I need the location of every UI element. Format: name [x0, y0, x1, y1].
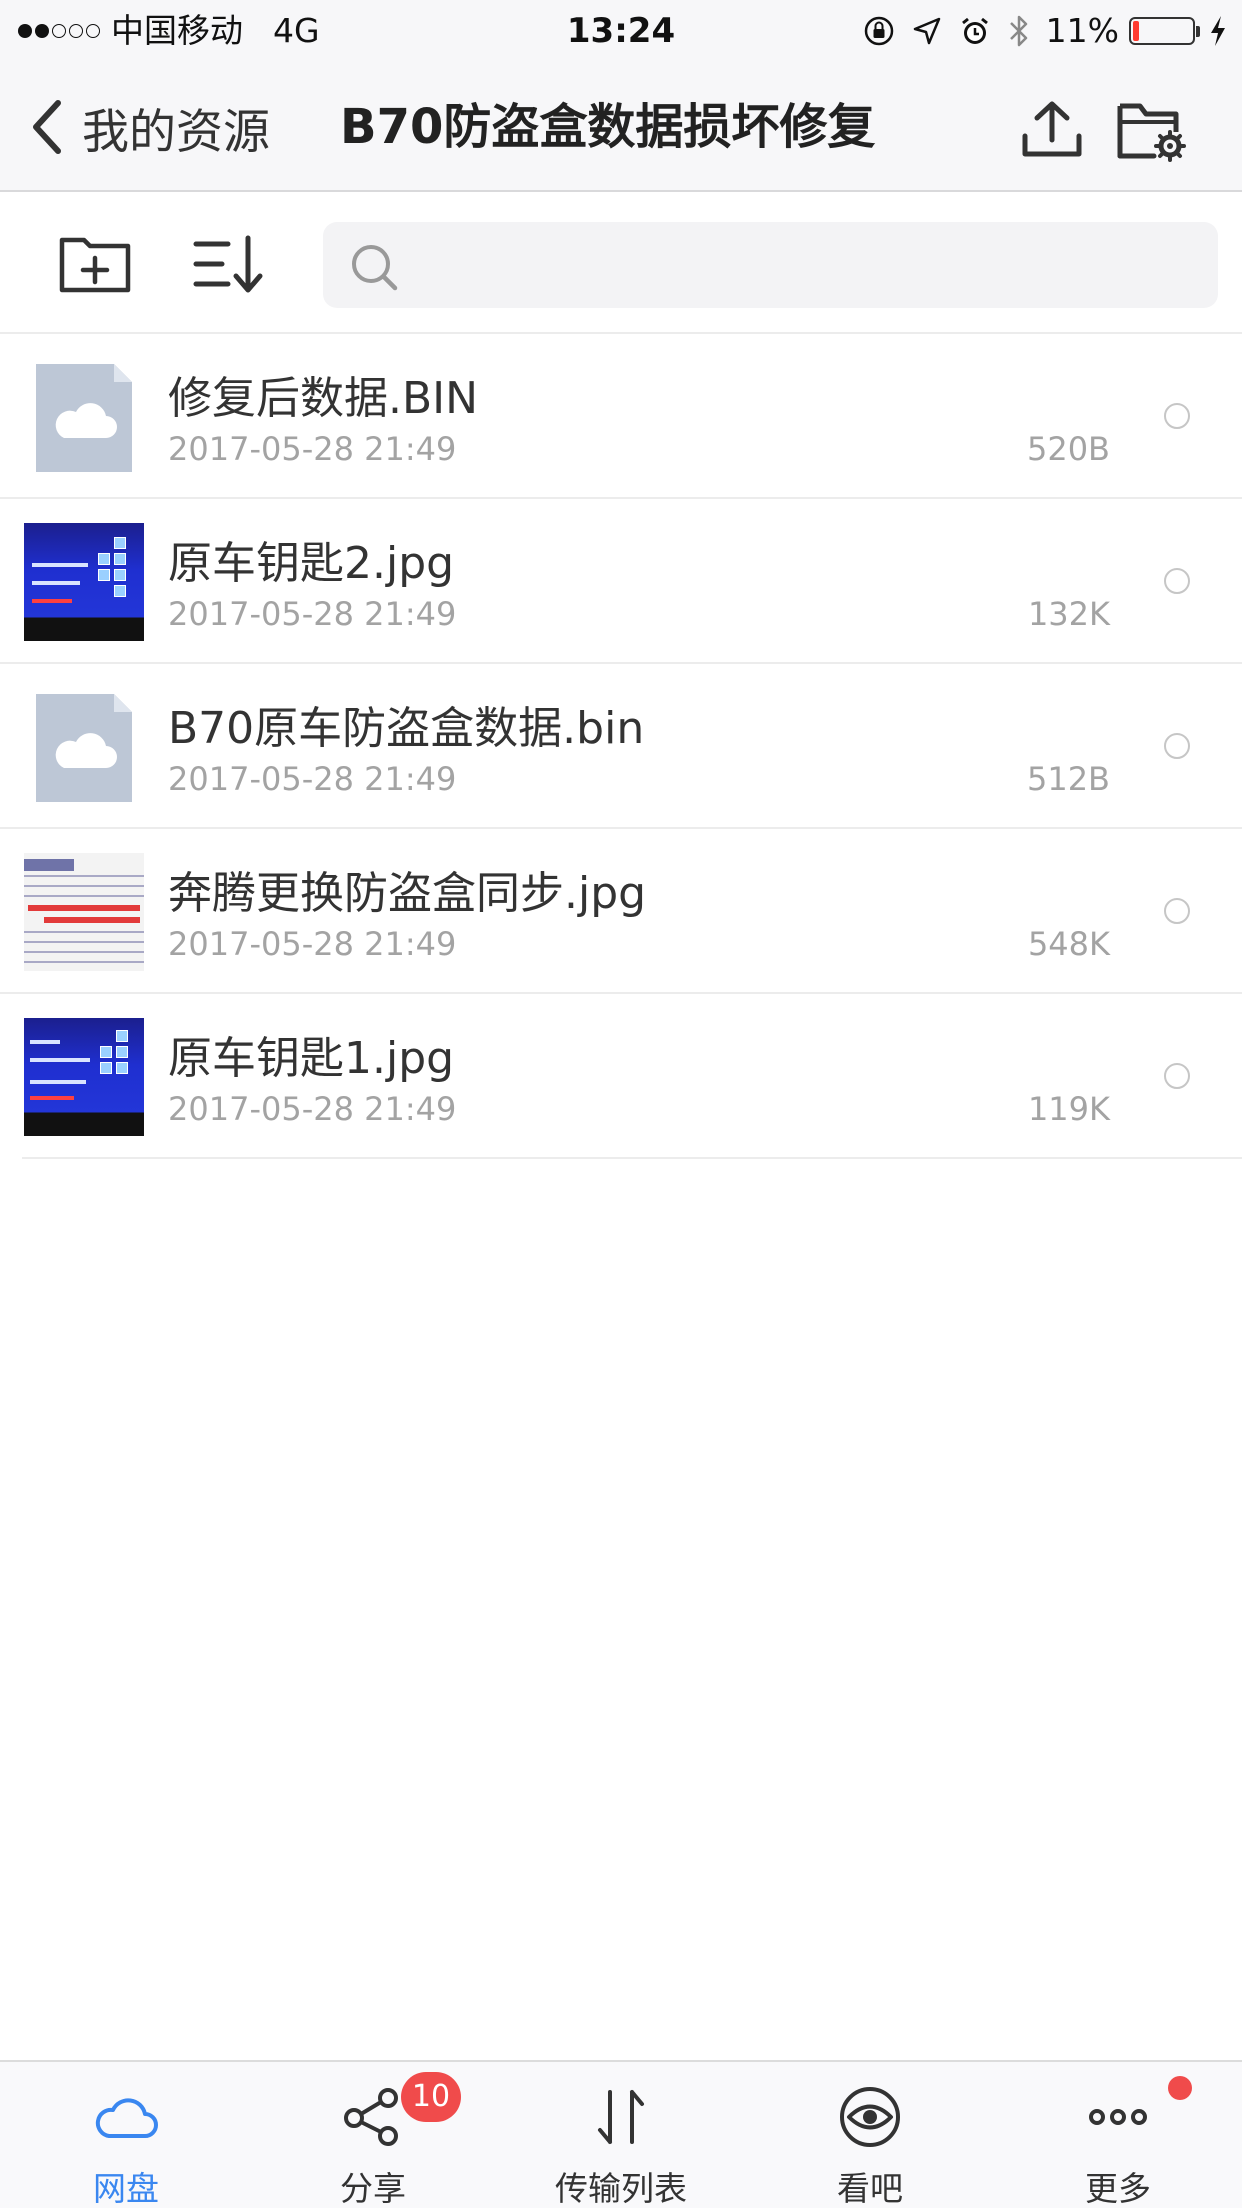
battery-level [1133, 21, 1139, 41]
file-name: 原车钥匙1.jpg [168, 1033, 455, 1084]
battery-percent: 11% [1045, 11, 1119, 50]
tab-more[interactable]: 更多 [994, 2062, 1242, 2210]
tab-bar: 网盘 10 分享 传输列表 看吧 更多 [0, 2060, 1242, 2208]
battery-icon [1129, 17, 1195, 45]
sort-icon[interactable] [192, 232, 266, 296]
tab-netdisk[interactable]: 网盘 [2, 2062, 250, 2210]
folder-settings-icon[interactable] [1116, 98, 1186, 162]
back-label: 我的资源 [82, 104, 270, 160]
file-name: 原车钥匙2.jpg [168, 538, 455, 589]
location-icon [913, 17, 940, 45]
search-box[interactable] [323, 222, 1218, 310]
status-right: 11% [862, 10, 1228, 52]
search-input[interactable] [413, 222, 1198, 310]
file-name: B70原车防盗盒数据.bin [168, 703, 645, 754]
file-row[interactable]: 奔腾更换防盗盒同步.jpg 2017-05-28 21:49 548K [0, 829, 1242, 994]
file-row[interactable]: B70原车防盗盒数据.bin 2017-05-28 21:49 512B [0, 664, 1242, 829]
file-size: 119K [1027, 1090, 1110, 1128]
file-date: 2017-05-28 21:49 [168, 760, 457, 798]
image-thumbnail [24, 1018, 144, 1136]
select-radio[interactable] [1164, 1063, 1190, 1089]
cloud-file-icon [36, 364, 132, 472]
tab-label: 网盘 [93, 2169, 159, 2208]
alarm-icon [961, 17, 988, 44]
page-title: B70防盗盒数据损坏修复 [340, 99, 876, 155]
image-thumbnail [24, 523, 144, 641]
file-row[interactable]: 原车钥匙2.jpg 2017-05-28 21:49 132K [0, 499, 1242, 664]
tab-share[interactable]: 10 分享 [249, 2062, 497, 2210]
file-row[interactable]: 修复后数据.BIN 2017-05-28 21:49 520B [0, 334, 1242, 499]
file-size: 548K [1027, 925, 1110, 963]
nav-bar: 我的资源 B70防盗盒数据损坏修复 [0, 62, 1242, 192]
chevron-left-icon [33, 100, 61, 154]
file-name: 奔腾更换防盗盒同步.jpg [168, 868, 647, 919]
select-radio[interactable] [1164, 733, 1190, 759]
file-date: 2017-05-28 21:49 [168, 925, 457, 963]
status-bar: 中国移动 4G 13:24 11% [0, 0, 1242, 62]
battery-cap [1196, 25, 1200, 37]
transfer-icon [598, 2090, 644, 2144]
tab-label: 看吧 [837, 2169, 903, 2208]
share-icon [344, 2088, 398, 2146]
tab-watch[interactable]: 看吧 [746, 2062, 994, 2210]
upload-icon[interactable] [1020, 98, 1084, 162]
file-name: 修复后数据.BIN [168, 373, 479, 424]
more-icon [1089, 2109, 1147, 2125]
file-size: 132K [1027, 595, 1110, 633]
select-radio[interactable] [1164, 568, 1190, 594]
charging-icon [1211, 16, 1225, 46]
tab-label: 更多 [1085, 2169, 1151, 2208]
new-folder-icon[interactable] [58, 232, 132, 296]
toolbar [0, 192, 1242, 334]
search-icon [352, 245, 398, 291]
tab-label: 分享 [340, 2169, 406, 2208]
cloud-file-icon [36, 694, 132, 802]
file-date: 2017-05-28 21:49 [168, 595, 457, 633]
bluetooth-icon [1009, 15, 1027, 47]
notification-badge: 10 [401, 2072, 461, 2122]
tab-transfer[interactable]: 传输列表 [497, 2062, 745, 2210]
file-size: 520B [1026, 430, 1110, 468]
file-row[interactable]: 原车钥匙1.jpg 2017-05-28 21:49 119K [22, 994, 1242, 1159]
file-date: 2017-05-28 21:49 [168, 430, 457, 468]
file-list: 修复后数据.BIN 2017-05-28 21:49 520B 原车钥匙2.jp… [0, 334, 1242, 1159]
file-date: 2017-05-28 21:49 [168, 1090, 457, 1128]
back-button[interactable]: 我的资源 [30, 92, 270, 162]
select-radio[interactable] [1164, 403, 1190, 429]
eye-icon [840, 2087, 900, 2147]
cloud-icon [95, 2098, 158, 2138]
select-radio[interactable] [1164, 898, 1190, 924]
notification-dot [1168, 2076, 1192, 2100]
rotation-lock-icon [864, 16, 893, 46]
tab-label: 传输列表 [555, 2169, 687, 2208]
file-size: 512B [1026, 760, 1110, 798]
image-thumbnail [24, 853, 144, 971]
